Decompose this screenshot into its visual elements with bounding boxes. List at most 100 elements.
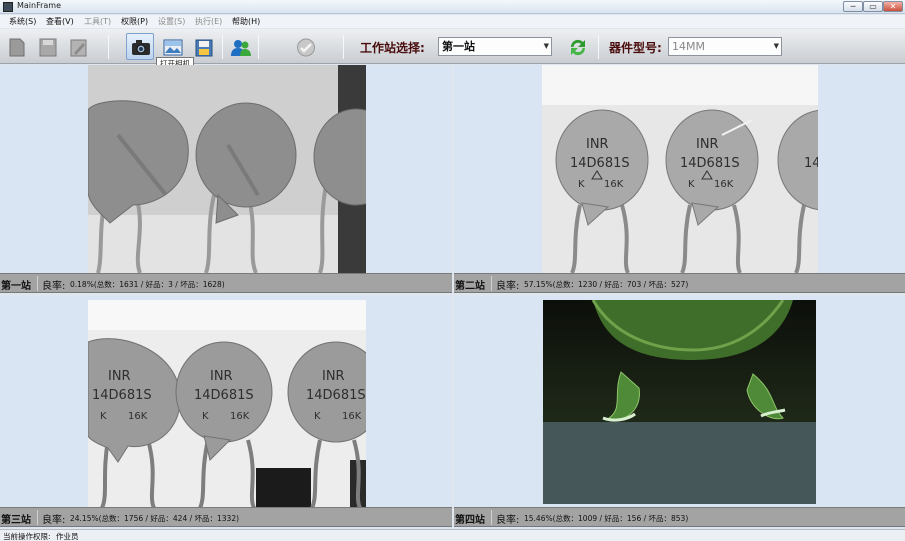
model-label: 器件型号: [609,41,662,55]
varistor-marking-inr: INR [696,137,719,152]
station-4-name: 第四站 [455,515,485,526]
user-management-button[interactable] [226,33,254,60]
new-button[interactable] [2,33,30,60]
toolbar: 工作站选择: 第一站 ▼ 器件型号: 14MM ▼ [0,29,905,64]
menu-execute[interactable]: 执行(E) [195,16,222,27]
toolbar-separator [598,35,599,59]
station-2-camera-image: INR 14D681S INR 14D681S 14D681S K 16K K … [542,65,818,273]
station-select-value: 第一站 [442,40,475,53]
toolbar-separator [343,35,344,59]
varistor-marking-voltage: 16K [714,179,734,190]
varistor-marking-part: 14D681S [804,156,818,171]
footer-status-bar: 当前操作权限: 作业员 [0,529,905,541]
image-save-icon [195,39,213,57]
varistor-marking-voltage: 16K [128,411,148,422]
station-2-status-bar: 第二站 良率: 57.15%(总数：1230 / 好品：703 / 坏品：527… [454,273,905,293]
menu-bar: 系统(S) 查看(V) 工具(T) 权限(P) 设置(S) 执行(E) 帮助(H… [0,15,905,28]
varistor-marking-ul: K [688,179,695,190]
station-4-panel: 第四站 良率: 15.46%(总数：1009 / 好品：156 / 坏品：853… [454,296,905,528]
station-2-yield: 57.15%(总数：1230 / 好品：703 / 坏品：527) [524,280,689,289]
save-button[interactable] [33,33,61,60]
station-3-camera-view: INR 14D681S INR 14D681S INR 14D681S K 16… [88,300,366,508]
station-2-panel: INR 14D681S INR 14D681S 14D681S K 16K K … [454,65,905,293]
menu-tools[interactable]: 工具(T) [84,16,111,27]
toolbar-separator [258,35,259,59]
toolbar-separator [108,35,109,59]
station-4-yield: 15.46%(总数：1009 / 好品：156 / 坏品：853) [524,514,689,523]
station-3-name: 第三站 [1,515,31,526]
open-image-button[interactable] [158,33,186,60]
varistor-marking-voltage: 16K [604,179,624,190]
station-2-name: 第二站 [455,281,485,292]
status-divider [37,510,38,525]
image-icon [163,39,183,56]
permission-label: 当前操作权限: [3,532,51,541]
menu-view[interactable]: 查看(V) [46,16,74,27]
status-divider [491,510,492,525]
app-icon [3,2,13,12]
chevron-down-icon: ▼ [773,42,779,50]
model-select[interactable]: 14MM ▼ [668,37,782,56]
menu-settings[interactable]: 设置(S) [158,16,185,27]
station-3-yield: 24.15%(总数：1756 / 好品：424 / 坏品：1332) [70,514,240,523]
station-1-camera-image [88,65,366,273]
open-camera-button[interactable] [126,33,154,60]
station-1-status-bar: 第一站 良率: 0.18%(总数：1631 / 好品：3 / 坏品：1628) [0,273,452,293]
varistor-marking-inr: INR [210,369,233,384]
status-divider [37,276,38,291]
station-3-rate-label: 良率: [42,515,66,526]
menu-system[interactable]: 系统(S) [9,16,36,27]
varistor-marking-inr: INR [322,369,345,384]
menu-help[interactable]: 帮助(H) [232,16,260,27]
station-1-panel: 第一站 良率: 0.18%(总数：1631 / 好品：3 / 坏品：1628) [0,65,452,293]
varistor-marking-voltage: 16K [342,411,362,422]
close-button[interactable]: ✕ [883,1,903,12]
edit-icon [70,39,87,57]
users-icon [231,40,251,56]
varistor-marking-part: 14D681S [680,156,740,171]
menu-permission[interactable]: 权限(P) [121,16,148,27]
station-select-label: 工作站选择: [360,41,425,55]
check-icon [297,38,315,57]
station-4-status-bar: 第四站 良率: 15.46%(总数：1009 / 好品：156 / 坏品：853… [454,507,905,527]
window-title: MainFrame [17,1,62,10]
station-select[interactable]: 第一站 ▼ [438,37,552,56]
maximize-button[interactable]: ▭ [863,1,883,12]
model-select-value: 14MM [672,40,705,53]
new-file-icon [9,38,25,57]
varistor-marking-ul: K [202,411,209,422]
permission-value: 作业员 [56,532,79,541]
varistor-marking-part: 14D681S [570,156,630,171]
station-1-rate-label: 良率: [42,281,66,292]
station-3-status-bar: 第三站 良率: 24.15%(总数：1756 / 好品：424 / 坏品：133… [0,507,452,527]
station-3-camera-image: INR 14D681S INR 14D681S INR 14D681S K 16… [88,300,366,508]
varistor-marking-part: 14D681S [194,388,254,403]
station-3-panel: INR 14D681S INR 14D681S INR 14D681S K 16… [0,296,452,528]
refresh-button[interactable] [563,33,591,60]
station-1-yield: 0.18%(总数：1631 / 好品：3 / 坏品：1628) [70,280,225,289]
camera-icon [132,40,150,55]
minimize-button[interactable]: ─ [843,1,863,12]
varistor-marking-ul: K [578,179,585,190]
status-divider [491,276,492,291]
varistor-marking-ul: K [100,411,107,422]
varistor-marking-ul: K [314,411,321,422]
confirm-button[interactable] [291,33,319,60]
station-1-name: 第一站 [1,281,31,292]
varistor-marking-voltage: 16K [230,411,250,422]
edit-button[interactable] [64,33,92,60]
station-4-camera-image [543,300,816,504]
varistor-marking-part: 14D681S [92,388,152,403]
varistor-marking-inr: INR [586,137,609,152]
station-2-camera-view: INR 14D681S INR 14D681S 14D681S K 16K K … [542,65,818,273]
station-2-rate-label: 良率: [496,281,520,292]
main-frame-window: MainFrame ─ ▭ ✕ 系统(S) 查看(V) 工具(T) 权限(P) … [0,0,905,541]
save-image-button[interactable] [189,33,217,60]
station-4-camera-view [543,300,816,504]
varistor-marking-part: 14D681S [306,388,366,403]
chevron-down-icon: ▼ [543,42,549,50]
refresh-icon [570,39,586,56]
save-icon [39,38,57,57]
station-1-camera-view [88,65,366,273]
toolbar-separator [222,35,223,59]
